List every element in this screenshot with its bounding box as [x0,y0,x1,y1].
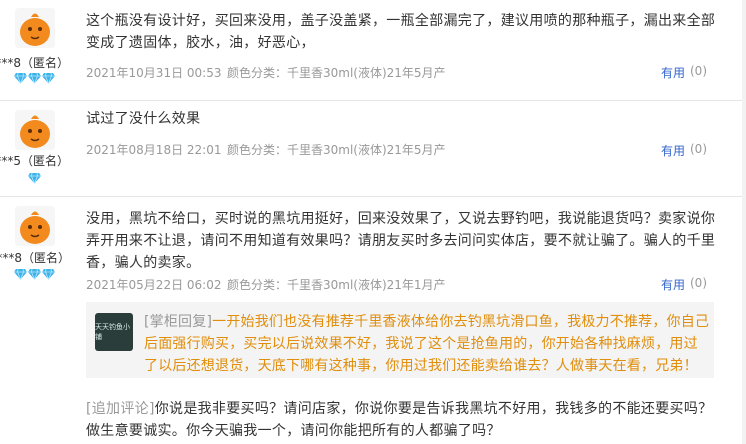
seller-reply-text: [掌柜回复]一开始我们也没有推荐千里香液体给你去钓黑坑滑口鱼，我极力不推荐，你自… [144,311,710,377]
blue-diamond-icon [28,268,41,280]
seller-reply-tag: [掌柜回复] [144,314,213,330]
avatar-icon [15,206,55,246]
blue-diamond-icon [14,268,27,280]
append-text: 你说是我非要买吗？请问店家，你说你要是告诉我黑坑不好用，我钱多的不能还要买吗？做… [86,401,713,439]
reviewer-name: z***8（匿名） [0,251,70,265]
seller-reply-body: 一开始我们也没有推荐千里香液体给你去钓黑坑滑口鱼，我极力不推荐，你自己后面强行购… [144,314,710,374]
review-item: z***8（匿名） 没用，黑坑不给口，买时说的黑坑用挺好，回来没效果了，又说去野… [0,196,746,444]
review-date: 2021年08月18日 22:01 [86,143,222,157]
useful-count: (0) [690,276,707,290]
useful-button[interactable]: 有用 [661,64,685,81]
divider [0,100,746,101]
appended-review: [追加评论]你说是我非要买吗？请问店家，你说你要是告诉我黑坑不好用，我钱多的不能… [86,398,722,442]
review-content: 没用，黑坑不给口，买时说的黑坑用挺好，回来没效果了，又说去野钓吧，我说能退货吗？… [86,211,716,271]
shop-logo-icon: 天天钓鱼小铺 [95,313,133,351]
blue-diamond-icon [42,268,55,280]
shop-logo-text: 天天钓鱼小铺 [95,323,130,341]
blue-diamond-icon [42,72,55,84]
reviewer-name: ***8（匿名） [0,56,69,70]
avatar-icon [15,8,55,48]
review-sku: 颜色分类：千里香30ml(液体)21年5月产 [227,143,446,157]
review-item: ***5（匿名） 试过了没什么效果 2021年08月18日 22:01 颜色分类… [0,100,746,196]
reviewer-level-gems [14,268,55,280]
review-content: 试过了没什么效果 [86,111,201,127]
reviewer-level-gems [28,172,41,184]
useful-count: (0) [690,64,707,78]
reviewer-name: ***5（匿名） [0,154,69,168]
review-item: ***8（匿名） 这个瓶没有设计好，买回来没用，盖子没盖紧，一瓶全部漏完了，建议… [0,0,746,100]
review-date: 2021年10月31日 00:53 [86,66,222,80]
divider [0,196,746,197]
useful-count: (0) [690,142,707,156]
review-sku: 颜色分类：千里香30ml(液体)21年1月产 [227,278,446,292]
useful-button[interactable]: 有用 [661,142,685,159]
seller-reply: 天天钓鱼小铺 [掌柜回复]一开始我们也没有推荐千里香液体给你去钓黑坑滑口鱼，我极… [86,302,714,378]
blue-diamond-icon [14,72,27,84]
scrollbar[interactable] [742,0,746,444]
append-tag: [追加评论] [86,401,155,417]
review-date: 2021年05月22日 06:02 [86,278,222,292]
blue-diamond-icon [28,72,41,84]
review-sku: 颜色分类：千里香30ml(液体)21年5月产 [227,66,446,80]
reviewer-level-gems [14,72,55,84]
useful-button[interactable]: 有用 [661,276,685,293]
blue-diamond-icon [28,172,41,184]
review-content: 这个瓶没有设计好，买回来没用，盖子没盖紧，一瓶全部漏完了，建议用喷的那种瓶子，漏… [86,13,716,51]
avatar-icon [15,110,55,150]
